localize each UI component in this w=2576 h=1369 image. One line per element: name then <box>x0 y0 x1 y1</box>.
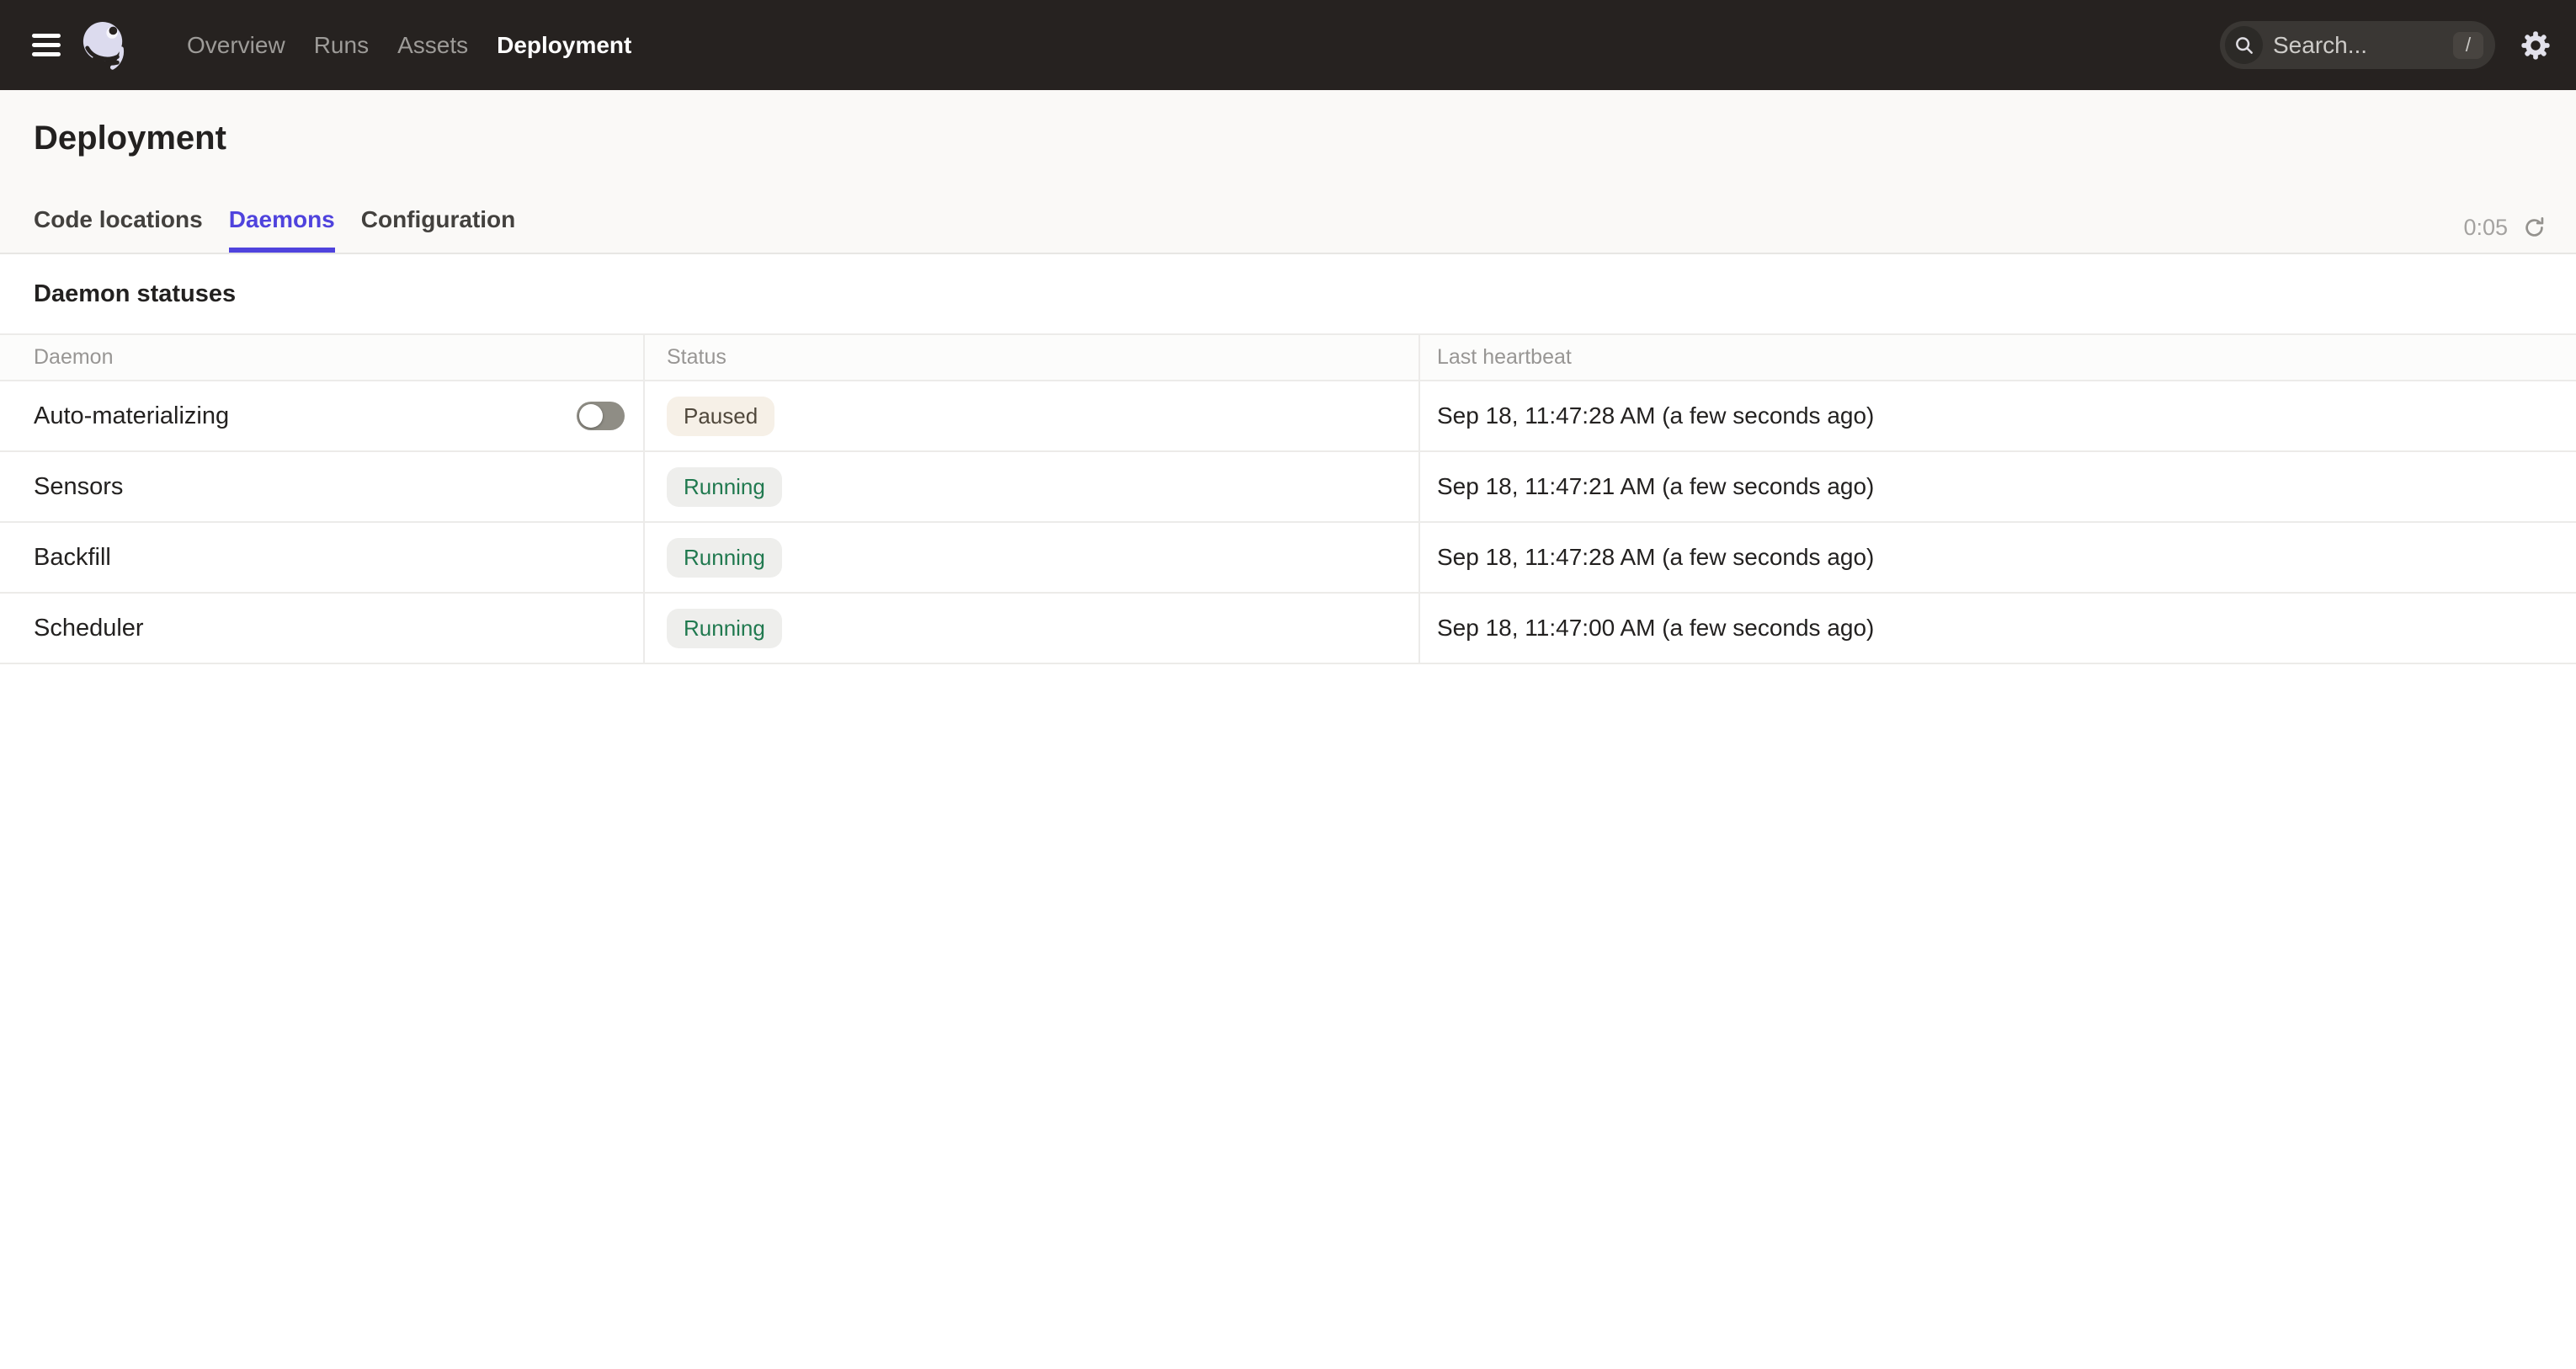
last-heartbeat: Sep 18, 11:47:00 AM (a few seconds ago) <box>1419 593 2576 663</box>
status-badge: Running <box>667 467 782 507</box>
dagster-logo-icon <box>81 19 126 72</box>
auto-materializing-toggle[interactable] <box>577 402 625 430</box>
daemon-name: Scheduler <box>34 615 144 642</box>
table-header-row: Daemon Status Last heartbeat <box>0 334 2576 381</box>
table-row: Backfill Running Sep 18, 11:47:28 AM (a … <box>0 522 2576 593</box>
hamburger-icon <box>32 52 61 56</box>
top-nav-bar: Overview Runs Assets Deployment / <box>0 0 2576 90</box>
last-heartbeat: Sep 18, 11:47:28 AM (a few seconds ago) <box>1419 522 2576 593</box>
table-row: Auto-materializing Paused Sep 18, 11:47:… <box>0 381 2576 451</box>
tab-code-locations[interactable]: Code locations <box>34 205 203 253</box>
column-header-status: Status <box>644 334 1419 381</box>
daemon-status-table: Daemon Status Last heartbeat Auto-materi… <box>0 333 2576 664</box>
nav-item-overview[interactable]: Overview <box>187 32 285 59</box>
hamburger-menu-button[interactable] <box>32 34 61 56</box>
last-heartbeat: Sep 18, 11:47:28 AM (a few seconds ago) <box>1419 381 2576 451</box>
column-header-daemon: Daemon <box>0 334 644 381</box>
nav-item-assets[interactable]: Assets <box>397 32 468 59</box>
search-input[interactable] <box>2273 32 2446 59</box>
gear-icon <box>2520 29 2552 61</box>
nav-item-runs[interactable]: Runs <box>314 32 369 59</box>
table-row: Scheduler Running Sep 18, 11:47:00 AM (a… <box>0 593 2576 663</box>
page-header: Deployment Code locations Daemons Config… <box>0 90 2576 254</box>
refresh-button[interactable] <box>2521 215 2547 241</box>
daemon-name: Sensors <box>34 473 123 500</box>
global-search[interactable]: / <box>2220 21 2495 69</box>
refresh-icon <box>2521 215 2547 241</box>
auto-refresh-control: 0:05 <box>2463 215 2547 241</box>
search-icon <box>2233 35 2255 56</box>
settings-button[interactable] <box>2519 29 2552 62</box>
last-heartbeat: Sep 18, 11:47:21 AM (a few seconds ago) <box>1419 451 2576 522</box>
nav-item-deployment[interactable]: Deployment <box>497 32 631 59</box>
section-heading: Daemon statuses <box>0 254 2576 308</box>
column-header-last-heartbeat: Last heartbeat <box>1419 334 2576 381</box>
refresh-countdown: 0:05 <box>2463 215 2508 241</box>
hamburger-icon <box>32 34 61 38</box>
status-badge: Running <box>667 538 782 578</box>
table-row: Sensors Running Sep 18, 11:47:21 AM (a f… <box>0 451 2576 522</box>
status-badge: Paused <box>667 397 774 436</box>
tab-daemons[interactable]: Daemons <box>229 205 335 253</box>
tab-configuration[interactable]: Configuration <box>361 205 516 253</box>
daemon-name: Backfill <box>34 544 111 571</box>
deployment-tabs: Code locations Daemons Configuration <box>34 205 2547 253</box>
dagster-logo[interactable] <box>81 19 126 72</box>
search-icon-disc <box>2225 26 2263 64</box>
primary-nav: Overview Runs Assets Deployment <box>187 32 631 59</box>
hamburger-icon <box>32 43 61 47</box>
search-shortcut-badge: / <box>2453 32 2483 59</box>
page-title: Deployment <box>34 90 2547 158</box>
status-badge: Running <box>667 609 782 648</box>
daemon-name: Auto-materializing <box>34 402 229 430</box>
toggle-knob <box>579 404 603 428</box>
daemons-content: Daemon statuses Daemon Status Last heart… <box>0 254 2576 664</box>
